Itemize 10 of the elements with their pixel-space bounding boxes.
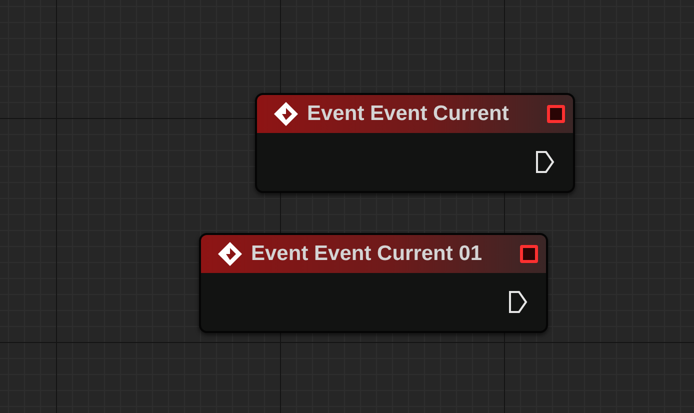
delegate-pin[interactable] xyxy=(546,105,565,123)
event-diamond-icon xyxy=(217,241,243,267)
node-title: Event Event Current xyxy=(307,102,510,126)
node-title: Event Event Current 01 xyxy=(251,242,484,266)
event-diamond-icon xyxy=(273,101,299,127)
exec-pin-icon[interactable] xyxy=(534,150,555,174)
event-node[interactable]: Event Event Current xyxy=(255,93,575,193)
delegate-pin[interactable] xyxy=(520,245,538,263)
exec-pin-icon[interactable] xyxy=(508,290,528,314)
event-node[interactable]: Event Event Current 01 xyxy=(199,233,548,333)
